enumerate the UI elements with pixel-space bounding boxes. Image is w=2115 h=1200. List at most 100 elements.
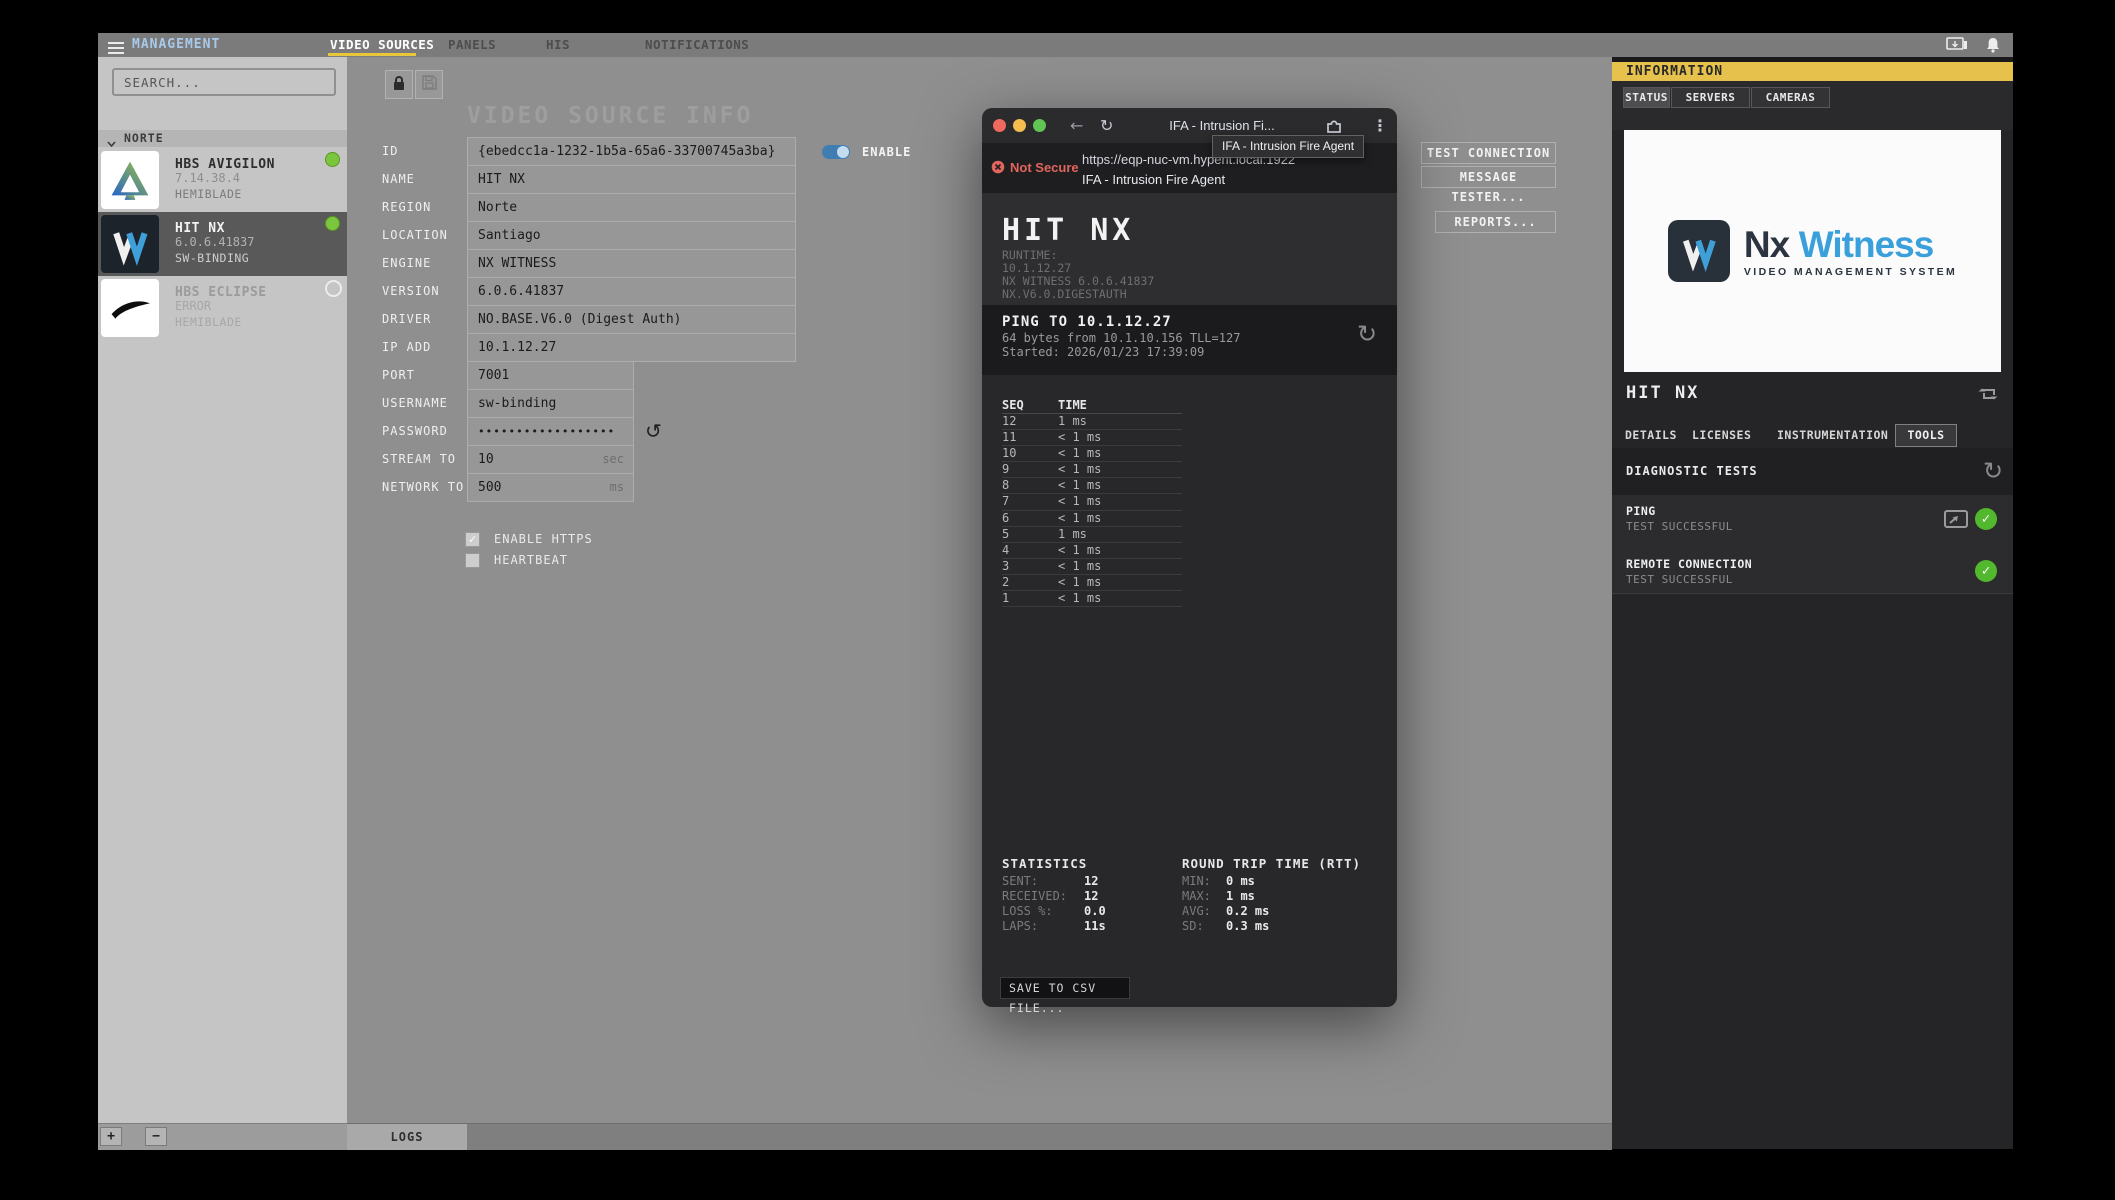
add-source-button[interactable]: + <box>100 1127 122 1146</box>
driver-field[interactable]: NO.BASE.V6.0 (Digest Auth) <box>467 305 796 334</box>
item-title: HBS ECLIPSE <box>175 285 267 300</box>
ping-reply-line: 64 bytes from 10.1.10.156 TLL=127 <box>1002 332 1240 345</box>
field-label-region: REGION <box>382 193 431 222</box>
tab-instrumentation[interactable]: INSTRUMENTATION <box>1777 427 1888 443</box>
tab-notifications[interactable]: NOTIFICATIONS <box>645 33 749 57</box>
table-row: 8< 1 ms <box>1002 478 1182 494</box>
heartbeat-checkbox[interactable] <box>465 553 480 568</box>
list-item-hbs-eclipse[interactable]: HBS ECLIPSE ERROR HEMIBLADE <box>98 276 347 340</box>
table-row: 121 ms <box>1002 414 1182 430</box>
maximize-window-button[interactable] <box>1033 119 1046 132</box>
tab-cameras[interactable]: CAMERAS <box>1751 87 1830 108</box>
tab-status[interactable]: STATUS <box>1623 87 1670 108</box>
password-reset-icon[interactable]: ↺ <box>645 418 662 444</box>
lock-button[interactable] <box>385 70 413 99</box>
tab-his[interactable]: HIS <box>546 33 570 57</box>
tab-panels[interactable]: PANELS <box>448 33 496 57</box>
ip-field[interactable]: 10.1.12.27 <box>467 333 796 362</box>
message-tester-button[interactable]: MESSAGE TESTER... <box>1421 166 1556 188</box>
tab-logs[interactable]: LOGS <box>347 1124 467 1150</box>
page-header-band: HIT NX RUNTIME: 10.1.12.27 NX WITNESS 6.… <box>982 193 1397 305</box>
site-name: IFA - Intrusion Fire Agent <box>1082 172 1225 187</box>
item-tag: HEMIBLADE <box>175 187 242 201</box>
ping-title: PING TO 10.1.12.27 <box>1002 314 1172 330</box>
minimize-window-button[interactable] <box>1013 119 1026 132</box>
status-dot-online <box>325 216 340 231</box>
ping-table: SEQTIME 121 ms 11< 1 ms 10< 1 ms 9< 1 ms… <box>1002 398 1182 607</box>
stream-timeout-value: 10 <box>478 452 494 467</box>
tab-licenses[interactable]: LICENSES <box>1692 427 1751 443</box>
enable-toggle[interactable] <box>822 145 850 159</box>
back-icon[interactable]: ← <box>1070 108 1083 143</box>
name-field[interactable]: HIT NX <box>467 165 796 194</box>
field-label-username: USERNAME <box>382 389 448 418</box>
information-tabstrip: STATUS SERVERS CAMERAS <box>1612 81 2013 130</box>
rotate-icon[interactable] <box>1978 383 2000 409</box>
diagnostic-tests-header: DIAGNOSTIC TESTS ↻ <box>1612 448 2013 495</box>
close-window-button[interactable] <box>993 119 1006 132</box>
field-label-port: PORT <box>382 361 415 390</box>
bell-icon[interactable] <box>1984 36 2002 58</box>
eclipse-logo <box>101 279 159 337</box>
tab-tools[interactable]: TOOLS <box>1895 424 1957 447</box>
status-dot-online <box>325 152 340 167</box>
enable-https-checkbox[interactable]: ✓ <box>465 532 480 547</box>
displays-icon[interactable] <box>1946 37 1968 57</box>
test-connection-button[interactable]: TEST CONNECTION <box>1421 142 1556 164</box>
ping-started-line: Started: 2026/01/23 17:39:09 <box>1002 346 1204 359</box>
remove-source-button[interactable]: − <box>145 1127 167 1146</box>
reports-button[interactable]: REPORTS... <box>1435 211 1556 233</box>
information-panel: INFORMATION STATUS SERVERS CAMERAS Nx Wi… <box>1612 57 2013 1149</box>
port-field[interactable]: 7001 <box>467 361 634 390</box>
stream-timeout-unit: sec <box>602 446 624 473</box>
menu-icon[interactable] <box>108 39 124 57</box>
version-field[interactable]: 6.0.6.41837 <box>467 277 796 306</box>
heartbeat-label: HEARTBEAT <box>494 552 568 569</box>
item-title: HBS AVIGILON <box>175 157 275 172</box>
lock-icon <box>392 75 406 95</box>
refresh-icon[interactable]: ↻ <box>1983 459 2003 483</box>
statistics-title: STATISTICS <box>1002 856 1087 871</box>
ping-refresh-icon[interactable]: ↻ <box>1357 322 1377 346</box>
source-list-sidebar: SEARCH... NORTE HBS AVIGILON 7.14.38.4 H… <box>98 57 348 1123</box>
test-row-ping: PING TEST SUCCESSFUL ✓ <box>1612 495 2013 544</box>
tab-details[interactable]: DETAILS <box>1625 427 1677 443</box>
field-label-engine: ENGINE <box>382 249 431 278</box>
field-label-location: LOCATION <box>382 221 448 250</box>
id-field[interactable]: {ebedcc1a-1232-1b5a-65a6-33700745a3ba} <box>467 137 796 166</box>
diagnostic-tests-title: DIAGNOSTIC TESTS <box>1626 448 1758 495</box>
test-row-remote-connection: REMOTE CONNECTION TEST SUCCESSFUL ✓ <box>1612 543 2013 594</box>
location-field[interactable]: Santiago <box>467 221 796 250</box>
list-item-hbs-avigilon[interactable]: HBS AVIGILON 7.14.38.4 HEMIBLADE <box>98 148 347 212</box>
network-timeout-value: 500 <box>478 480 501 495</box>
brand-tagline: VIDEO MANAGEMENT SYSTEM <box>1744 266 1957 278</box>
tab-servers[interactable]: SERVERS <box>1671 87 1750 108</box>
save-button[interactable] <box>415 70 443 99</box>
field-label-version: VERSION <box>382 277 440 306</box>
reload-icon[interactable]: ↻ <box>1100 108 1113 143</box>
overflow-menu-icon[interactable]: ⋮ <box>1372 108 1388 143</box>
save-to-csv-button[interactable]: SAVE TO CSV FILE... <box>1000 977 1130 999</box>
rtt-title: ROUND TRIP TIME (RTT) <box>1182 856 1361 871</box>
item-version: ERROR <box>175 299 211 313</box>
network-timeout-field[interactable]: 500ms <box>467 473 634 502</box>
screen: MANAGEMENT VIDEO SOURCES PANELS HIS NOTI… <box>0 0 2115 1200</box>
browser-window: ← ↻ IFA - Intrusion Fi... ⋮ Not Secure h… <box>982 108 1397 1007</box>
page-title: VIDEO SOURCE INFO <box>467 103 753 129</box>
group-header[interactable]: NORTE <box>98 130 347 147</box>
open-dialog-icon[interactable] <box>1942 508 1970 534</box>
search-input[interactable]: SEARCH... <box>112 68 336 96</box>
not-secure-label[interactable]: Not Secure <box>1010 160 1079 175</box>
password-field[interactable]: •••••••••••••••••• <box>467 417 634 446</box>
username-field[interactable]: sw-binding <box>467 389 634 418</box>
success-check-icon: ✓ <box>1975 508 1997 530</box>
vendor-logo-panel: Nx Witness VIDEO MANAGEMENT SYSTEM <box>1624 130 2001 372</box>
region-field[interactable]: Norte <box>467 193 796 222</box>
ping-section: PING TO 10.1.12.27 64 bytes from 10.1.10… <box>982 305 1397 375</box>
list-item-hit-nx[interactable]: HIT NX 6.0.6.41837 SW-BINDING <box>98 212 347 276</box>
engine-field[interactable]: NX WITNESS <box>467 249 796 278</box>
item-tag: HEMIBLADE <box>175 315 242 329</box>
toggle-knob <box>837 146 849 158</box>
stream-timeout-field[interactable]: 10 sec <box>467 445 634 474</box>
app-title: MANAGEMENT <box>132 33 220 57</box>
